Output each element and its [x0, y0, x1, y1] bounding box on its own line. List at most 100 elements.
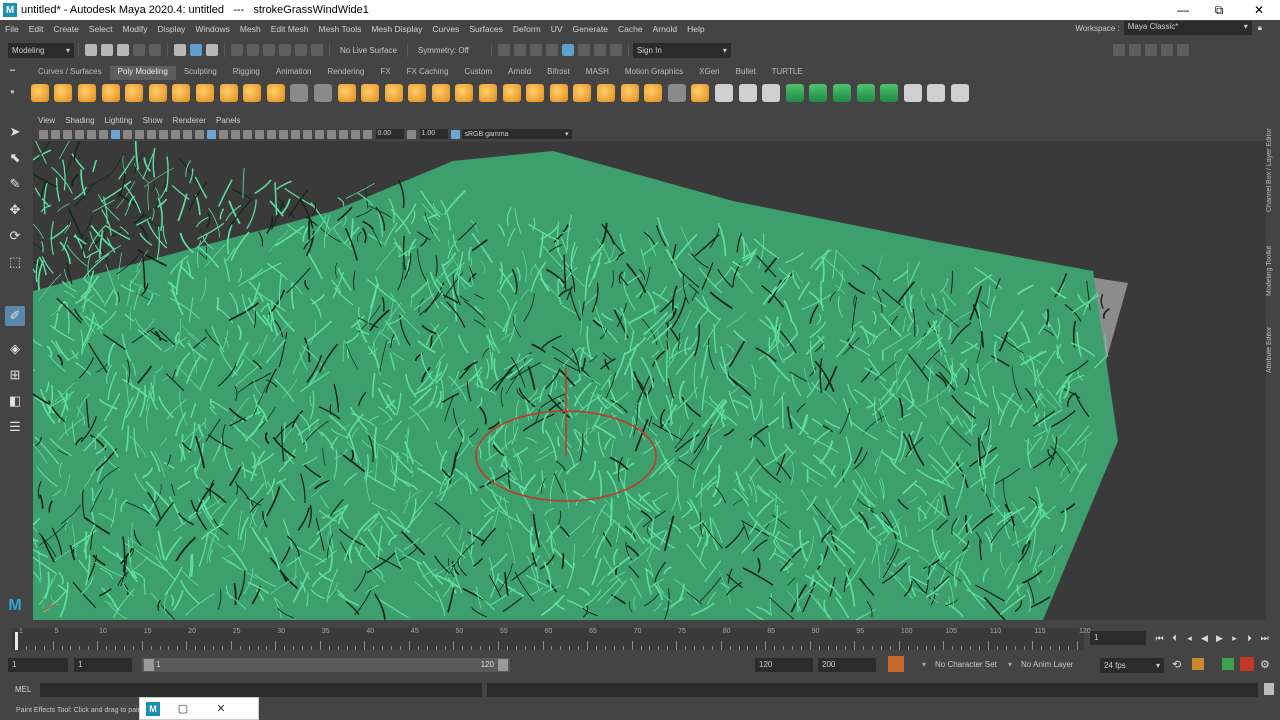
anim-layer-dropdown[interactable]: ▾: [1008, 660, 1012, 669]
exposure-field[interactable]: 0.00: [375, 129, 404, 139]
time-slider-track[interactable]: 1 5 10 15 20 25 30 35 40 45 50 55 60 65 70 75 80 85 90 95 10…: [12, 628, 1091, 650]
attribute-editor-icon[interactable]: [1128, 44, 1141, 56]
select-component-icon[interactable]: [206, 44, 218, 56]
animation-start-field[interactable]: 1: [8, 658, 68, 672]
channel-box-layer-icon[interactable]: [1176, 44, 1189, 56]
go-to-start-icon[interactable]: ⏮: [1152, 633, 1167, 644]
modeling-toolkit-icon[interactable]: [1112, 44, 1125, 56]
grid-icon[interactable]: [111, 129, 120, 139]
redo-icon[interactable]: [149, 44, 161, 56]
color-management-icon[interactable]: [451, 129, 460, 139]
svg-tool-icon[interactable]: [266, 84, 285, 102]
save-scene-icon[interactable]: [117, 44, 129, 56]
camera-attributes-icon[interactable]: [51, 129, 60, 139]
playback-end-field[interactable]: 120: [755, 658, 813, 672]
combine-icon[interactable]: [337, 84, 356, 102]
tab-mash[interactable]: MASH: [578, 66, 617, 80]
render-settings-icon[interactable]: [561, 44, 574, 56]
menu-file[interactable]: File: [0, 24, 24, 34]
depth-of-field-icon[interactable]: [303, 129, 312, 139]
step-forward-key-icon[interactable]: ⏵: [1242, 633, 1257, 644]
boolean-difference-icon[interactable]: [431, 84, 450, 102]
select-object-icon[interactable]: [190, 44, 202, 56]
field-chart-icon[interactable]: [159, 129, 168, 139]
menu-mesh-tools[interactable]: Mesh Tools: [314, 24, 367, 34]
tab-poly-modeling[interactable]: Poly Modeling: [109, 66, 176, 80]
anti-aliasing-icon[interactable]: [291, 129, 300, 139]
popup-close-icon[interactable]: ✕: [202, 702, 240, 715]
script-editor-icon[interactable]: [1264, 683, 1274, 695]
snap-point-icon[interactable]: [263, 44, 275, 56]
undo-icon[interactable]: [133, 44, 145, 56]
camera-based-uv-icon[interactable]: [880, 84, 899, 102]
fill-hole-icon[interactable]: [573, 84, 592, 102]
render-icon[interactable]: [529, 44, 542, 56]
symmetry-label[interactable]: Symmetry: Off: [418, 46, 469, 55]
bridge-icon[interactable]: [526, 84, 545, 102]
type-tool-icon[interactable]: [243, 84, 262, 102]
exposure-icon[interactable]: [363, 129, 372, 139]
two-d-pan-zoom-icon[interactable]: [87, 129, 96, 139]
fps-dropdown[interactable]: 24 fps ▾: [1100, 658, 1164, 673]
bevel-edge-icon[interactable]: [549, 84, 568, 102]
auto-keyframe-icon[interactable]: [888, 656, 904, 672]
snap-curve-icon[interactable]: [247, 44, 259, 56]
planar-uv-icon[interactable]: [785, 84, 804, 102]
wireframe-icon[interactable]: [195, 129, 204, 139]
four-view-layout-icon[interactable]: ⊞: [5, 365, 25, 385]
menu-help[interactable]: Help: [682, 24, 709, 34]
snap-grid-icon[interactable]: [231, 44, 243, 56]
render-view-icon[interactable]: [513, 44, 526, 56]
menu-edit[interactable]: Edit: [24, 24, 49, 34]
multi-cut-icon[interactable]: [667, 84, 686, 102]
snap-view-icon[interactable]: [279, 44, 291, 56]
animation-end-field[interactable]: 200: [818, 658, 876, 672]
merge-icon[interactable]: [597, 84, 616, 102]
lasso-tool-icon[interactable]: ⬉: [5, 148, 25, 168]
workspace-dropdown[interactable]: Maya Classic* ▾: [1123, 21, 1252, 35]
tab-turtle[interactable]: TURTLE: [764, 66, 811, 80]
new-scene-icon[interactable]: [85, 44, 97, 56]
current-frame-field[interactable]: 1: [1090, 631, 1146, 645]
bookmarks-icon[interactable]: [63, 129, 72, 139]
menu-mesh-display[interactable]: Mesh Display: [366, 24, 427, 34]
render-setup-icon[interactable]: [593, 44, 606, 56]
menu-edit-mesh[interactable]: Edit Mesh: [266, 24, 314, 34]
shelf-menu-icon[interactable]: ━: [10, 66, 22, 75]
tab-arnold[interactable]: Arnold: [500, 66, 539, 80]
move-tool-icon[interactable]: ✥: [5, 200, 25, 220]
quad-draw-icon[interactable]: [715, 84, 734, 102]
menu-mesh[interactable]: Mesh: [235, 24, 266, 34]
film-gate-icon[interactable]: [123, 129, 132, 139]
tab-custom[interactable]: Custom: [456, 66, 500, 80]
isolate-select-icon[interactable]: [315, 129, 324, 139]
last-tool-icon[interactable]: ◈: [5, 339, 25, 359]
xray-icon[interactable]: [327, 129, 336, 139]
mel-language-label[interactable]: MEL: [15, 685, 31, 694]
paint-effects-tool-icon[interactable]: ✐: [5, 306, 25, 326]
collapse-icon[interactable]: [644, 84, 663, 102]
range-slider-bar[interactable]: 1 120: [142, 658, 510, 672]
uv-editor-icon[interactable]: [903, 84, 922, 102]
tab-sculpting[interactable]: Sculpting: [176, 66, 225, 80]
play-backwards-icon[interactable]: ◀: [1197, 633, 1212, 644]
panel-menu-lighting[interactable]: Lighting: [100, 116, 138, 125]
shadows-icon[interactable]: [255, 129, 264, 139]
menu-cache[interactable]: Cache: [613, 24, 648, 34]
character-set-dropdown[interactable]: ▾: [922, 660, 926, 669]
menu-deform[interactable]: Deform: [508, 24, 546, 34]
sculpt-icon[interactable]: [313, 84, 332, 102]
image-plane-icon[interactable]: [75, 129, 84, 139]
menu-generate[interactable]: Generate: [568, 24, 613, 34]
pause-icon[interactable]: [609, 44, 622, 56]
menu-modify[interactable]: Modify: [118, 24, 153, 34]
tab-bifrost[interactable]: Bifrost: [539, 66, 578, 80]
view-transform-dropdown[interactable]: sRGB gamma ▾: [461, 129, 572, 139]
minimize-button[interactable]: —: [1164, 0, 1202, 20]
textured-icon[interactable]: [231, 129, 240, 139]
shelf-settings-icon[interactable]: ●: [10, 87, 22, 96]
panel-menu-shading[interactable]: Shading: [60, 116, 99, 125]
gamma-field[interactable]: 1.00: [419, 129, 448, 139]
range-end-handle[interactable]: [498, 659, 508, 671]
step-forward-frame-icon[interactable]: ▸: [1227, 633, 1242, 644]
